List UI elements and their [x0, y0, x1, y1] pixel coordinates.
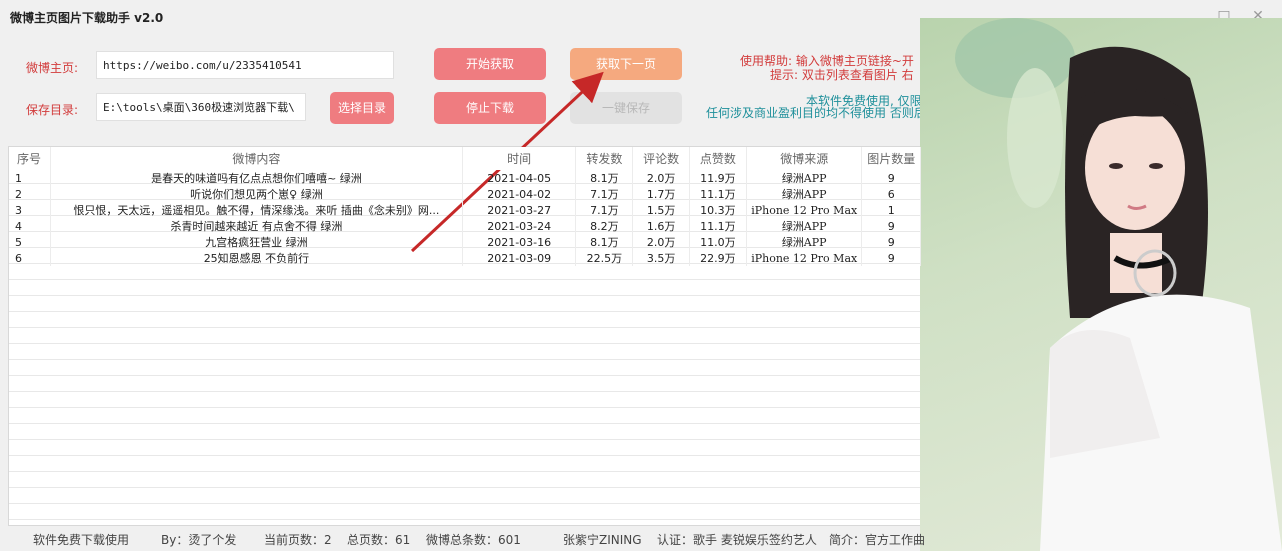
col-header-content[interactable]: 微博内容 [50, 147, 463, 170]
col-header-source[interactable]: 微博来源 [746, 147, 863, 170]
status-current-page: 当前页数：2 [264, 533, 332, 547]
cell-reposts: 8.1万 [575, 170, 634, 186]
tip-text: 提示: 双击列表查看图片 右 [770, 68, 914, 82]
cell-source: 绿洲APP [746, 218, 863, 234]
status-total-pages: 总页数：61 [347, 533, 411, 547]
cell-comments: 1.6万 [632, 218, 690, 234]
cell-reposts: 7.1万 [575, 186, 634, 202]
cell-content: 恨只恨，天太远，遥遥相见。触不得，情深缘浅。来听 插曲《念未别》网... [50, 202, 463, 218]
cell-likes: 10.3万 [689, 202, 747, 218]
next-page-button[interactable]: 获取下一页 [570, 48, 682, 80]
dir-label: 保存目录: [26, 103, 79, 117]
status-free: 软件免费下载使用 [33, 533, 130, 547]
table-row[interactable]: 2 听说你们想见两个崽♀ 绿洲 2021-04-02 7.1万 1.7万 11.1万 绿洲A… [9, 186, 921, 202]
col-header-reposts[interactable]: 转发数 [575, 147, 634, 170]
cell-source: iPhone 12 Pro Max [746, 202, 863, 218]
status-user-name: 张紫宁ZINING [563, 533, 642, 547]
table-row[interactable]: 6 25知恩感恩 不负前行 2021-03-09 22.5万 3.5万 22.9万 iPho… [9, 250, 921, 266]
cell-likes: 11.1万 [689, 186, 747, 202]
col-header-image-count[interactable]: 图片数量 [861, 147, 921, 170]
cell-comments: 1.7万 [632, 186, 690, 202]
cell-image-count: 6 [861, 186, 921, 202]
table-row[interactable]: 5 九宫格疯狂营业 绿洲 2021-03-16 8.1万 2.0万 11.0万 绿洲APP 9 [9, 234, 921, 250]
cell-index: 1 [9, 170, 51, 186]
cell-likes: 22.9万 [689, 250, 747, 266]
cell-index: 5 [9, 234, 51, 250]
cell-likes: 11.9万 [689, 170, 747, 186]
cell-source: 绿洲APP [746, 186, 863, 202]
cell-reposts: 7.1万 [575, 202, 634, 218]
cell-image-count: 9 [861, 218, 921, 234]
choose-dir-button[interactable]: 选择目录 [330, 92, 394, 124]
cell-image-count: 1 [861, 202, 921, 218]
cell-index: 4 [9, 218, 51, 234]
table-row[interactable]: 1 是春天的味道吗有亿点点想你们嘻嘻~ 绿洲 2021-04-05 8.1万 2.0万 1… [9, 170, 921, 186]
save-all-button[interactable]: 一键保存 [570, 92, 682, 124]
portrait-photo [920, 18, 1282, 551]
status-author: By：烫了个发 [161, 533, 237, 547]
cell-image-count: 9 [861, 250, 921, 266]
col-header-comments[interactable]: 评论数 [632, 147, 690, 170]
portrait-illustration [955, 18, 1282, 551]
cell-image-count: 9 [861, 234, 921, 250]
cell-image-count: 9 [861, 170, 921, 186]
cell-source: iPhone 12 Pro Max [746, 250, 863, 266]
cell-likes: 11.0万 [689, 234, 747, 250]
cell-time: 2021-04-02 [462, 186, 577, 202]
home-label: 微博主页: [26, 61, 79, 75]
col-header-index[interactable]: 序号 [9, 147, 51, 170]
cell-likes: 11.1万 [689, 218, 747, 234]
posts-table[interactable]: 序号 微博内容 时间 转发数 评论数 点赞数 微博来源 图片数量 1 是春天的味道… [8, 146, 922, 526]
cell-reposts: 22.5万 [575, 250, 634, 266]
cell-comments: 1.5万 [632, 202, 690, 218]
table-row[interactable]: 4 杀青时间越来越近 有点舍不得 绿洲 2021-03-24 8.2万 1.6万 11.1… [9, 218, 921, 234]
cell-content: 杀青时间越来越近 有点舍不得 绿洲 [50, 218, 463, 234]
cell-time: 2021-03-24 [462, 218, 577, 234]
save-dir-input[interactable]: E:\tools\桌面\360极速浏览器下载\ [96, 93, 306, 121]
status-total-posts: 微博总条数：601 [426, 533, 521, 547]
table-row[interactable]: 3 恨只恨，天太远，遥遥相见。触不得，情深缘浅。来听 插曲《念未别》网... 202… [9, 202, 921, 218]
cell-comments: 2.0万 [632, 234, 690, 250]
stop-button[interactable]: 停止下载 [434, 92, 546, 124]
start-button[interactable]: 开始获取 [434, 48, 546, 80]
table-header: 序号 微博内容 时间 转发数 评论数 点赞数 微博来源 图片数量 [9, 147, 921, 170]
cell-index: 6 [9, 250, 51, 266]
cell-content: 25知恩感恩 不负前行 [50, 250, 463, 266]
cell-content: 九宫格疯狂营业 绿洲 [50, 234, 463, 250]
cell-comments: 3.5万 [632, 250, 690, 266]
cell-reposts: 8.1万 [575, 234, 634, 250]
status-verify: 认证：歌手 麦锐娱乐签约艺人 [657, 533, 817, 547]
cell-content: 听说你们想见两个崽♀ 绿洲 [50, 186, 463, 202]
cell-time: 2021-04-05 [462, 170, 577, 186]
status-intro: 简介：官方工作曲 [829, 533, 926, 547]
cell-source: 绿洲APP [746, 170, 863, 186]
cell-index: 3 [9, 202, 51, 218]
cell-time: 2021-03-16 [462, 234, 577, 250]
col-header-time[interactable]: 时间 [462, 147, 577, 170]
home-url-input[interactable]: https://weibo.com/u/2335410541 [96, 51, 394, 79]
window-title: 微博主页图片下载助手 v2.0 [10, 11, 164, 25]
cell-content: 是春天的味道吗有亿点点想你们嘻嘻~ 绿洲 [50, 170, 463, 186]
commercial-notice: 任何涉及商业盈利目的均不得使用 否则后 [706, 106, 926, 120]
col-header-likes[interactable]: 点赞数 [689, 147, 747, 170]
cell-source: 绿洲APP [746, 234, 863, 250]
cell-time: 2021-03-27 [462, 202, 577, 218]
cell-time: 2021-03-09 [462, 250, 577, 266]
cell-reposts: 8.2万 [575, 218, 634, 234]
status-bar: 软件免费下载使用 By：烫了个发 当前页数：2 总页数：61 微博总条数：601… [0, 528, 925, 551]
cell-index: 2 [9, 186, 51, 202]
cell-comments: 2.0万 [632, 170, 690, 186]
